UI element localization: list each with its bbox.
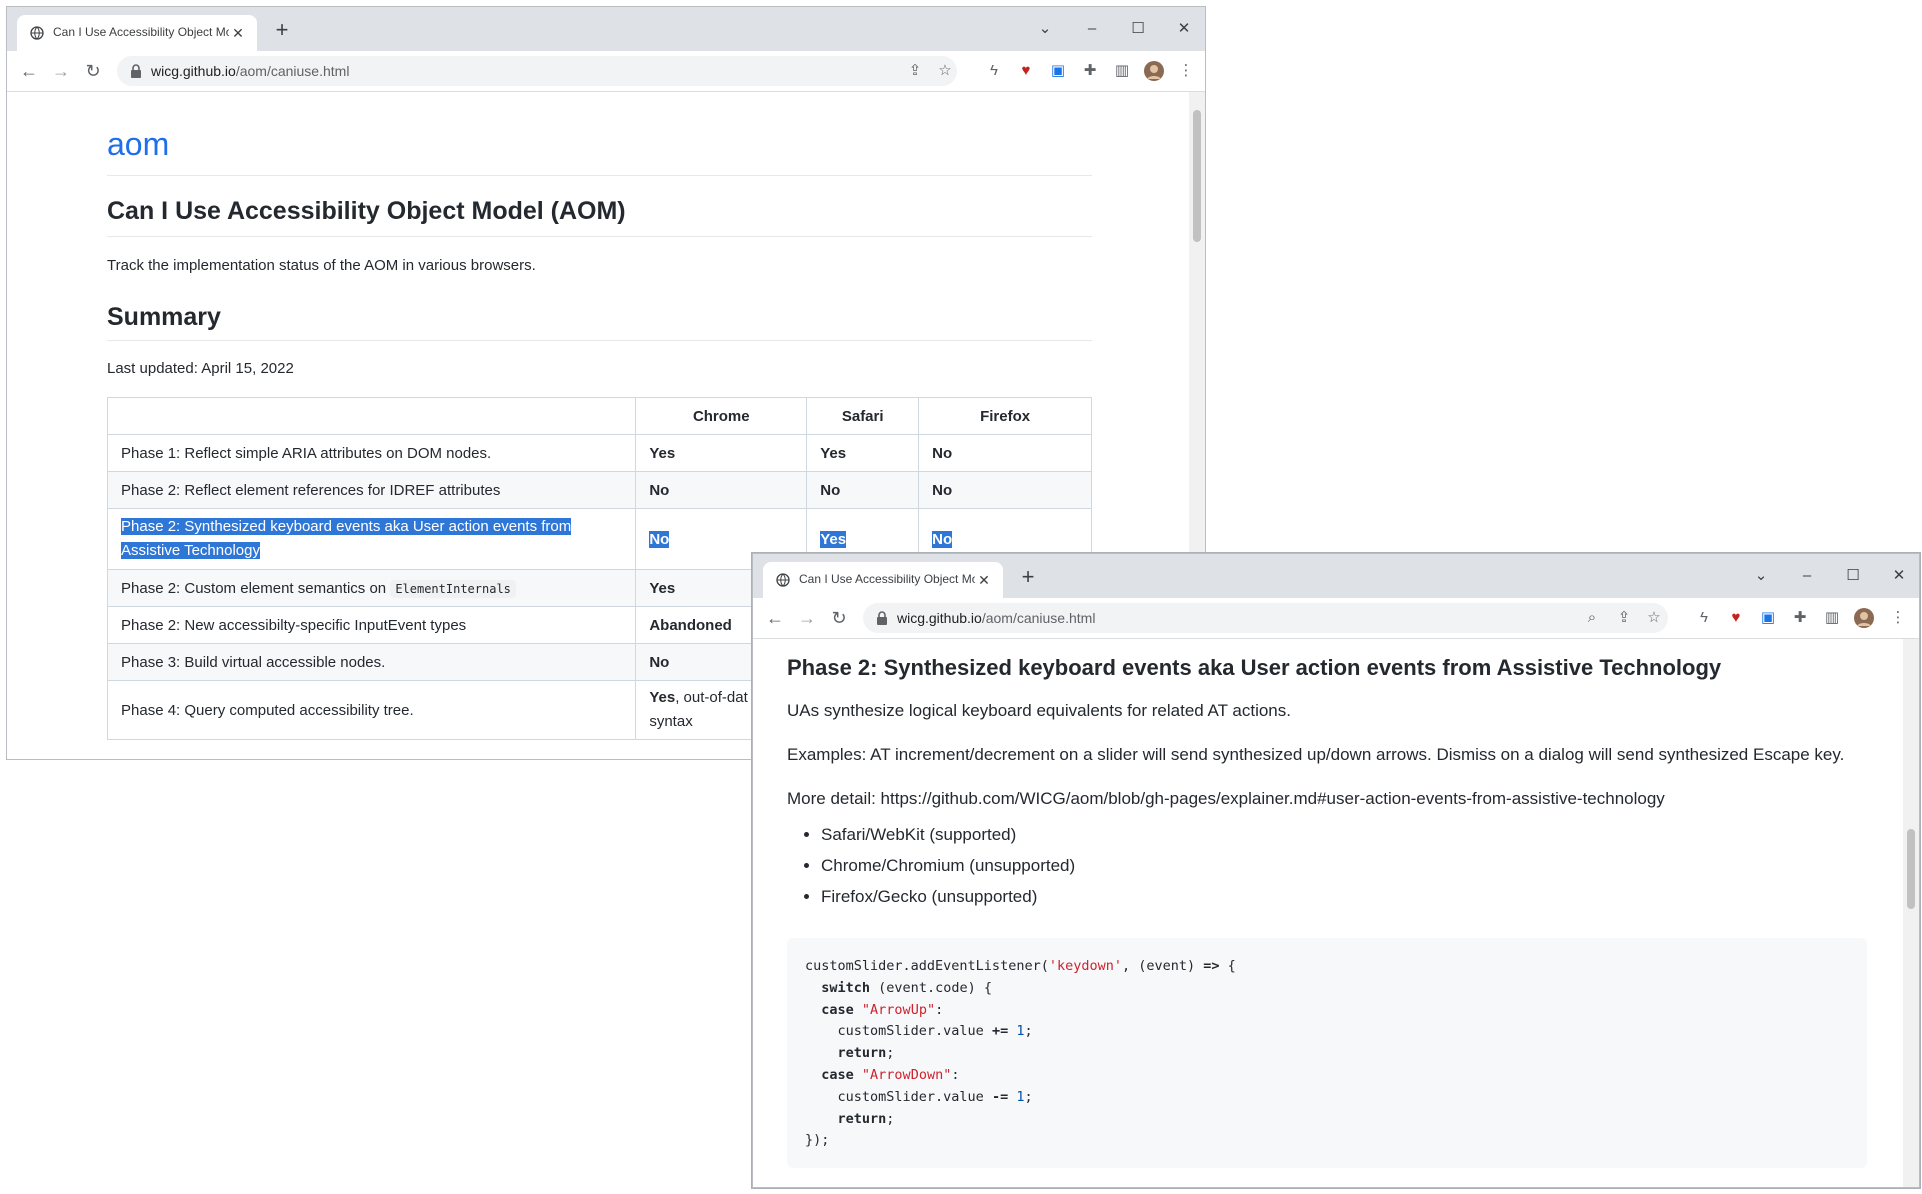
list-item: Safari/WebKit (supported) [821, 819, 1075, 850]
table-header-row: Chrome Safari Firefox [106, 397, 1092, 435]
more-detail-text: More detail: https://github.com/WICG/aom… [787, 789, 1665, 808]
list-item: Chrome/Chromium (unsupported) [821, 850, 1075, 881]
table-header-safari: Safari [806, 397, 920, 435]
menu-icon[interactable]: ⋮ [1887, 607, 1909, 629]
new-tab-icon[interactable]: + [270, 19, 294, 43]
table-header-firefox: Firefox [918, 397, 1092, 435]
heart-icon[interactable]: ♥ [1725, 607, 1747, 629]
avatar[interactable] [1143, 60, 1165, 82]
support-list: Safari/WebKit (supported) Chrome/Chromiu… [787, 819, 1075, 912]
close-icon[interactable]: ✕ [229, 24, 247, 42]
last-updated: Last updated: April 15, 2022 [107, 360, 294, 377]
avatar[interactable] [1853, 607, 1875, 629]
zoom-icon[interactable]: ⌕ [1581, 607, 1603, 629]
lock-icon [877, 611, 887, 625]
side-panel-icon[interactable]: ▥ [1111, 60, 1133, 82]
back-icon[interactable]: ← [763, 606, 787, 630]
scrollbar-thumb[interactable] [1907, 829, 1915, 909]
tab-active[interactable]: Can I Use Accessibility Object Mo ✕ [17, 15, 257, 51]
scrollbar[interactable] [1903, 639, 1919, 1187]
url-text: wicg.github.io/aom/caniuse.html [151, 63, 350, 79]
feature-cell: Phase 2: Reflect element references for … [106, 471, 637, 509]
chevron-down-icon[interactable]: ⌄ [1749, 564, 1773, 588]
maximize-icon[interactable]: ☐ [1126, 17, 1150, 41]
divider [107, 340, 1092, 341]
list-item: Firefox/Gecko (unsupported) [821, 881, 1075, 912]
page-heading: Can I Use Accessibility Object Model (AO… [107, 197, 626, 225]
inline-code: ElementInternals [390, 579, 516, 598]
address-bar[interactable]: wicg.github.io/aom/caniuse.html ⇪ ☆ [117, 56, 957, 86]
table-row: Phase 2: Reflect element references for … [106, 471, 1092, 509]
new-tab-icon[interactable]: + [1016, 566, 1040, 590]
table-header-chrome: Chrome [635, 397, 808, 435]
close-window-icon[interactable]: ✕ [1172, 17, 1196, 41]
tab-strip: Can I Use Accessibility Object Mo ✕ + ⌄ … [753, 554, 1919, 598]
minimize-icon[interactable]: – [1795, 564, 1819, 588]
description-text: UAs synthesize logical keyboard equivale… [787, 701, 1291, 720]
url-text: wicg.github.io/aom/caniuse.html [897, 610, 1096, 626]
summary-heading: Summary [107, 303, 221, 331]
address-bar[interactable]: wicg.github.io/aom/caniuse.html ⌕ ⇪ ☆ [863, 603, 1668, 633]
divider [107, 236, 1092, 237]
bolt-icon[interactable]: ϟ [1693, 607, 1715, 629]
heart-icon[interactable]: ♥ [1015, 60, 1037, 82]
side-panel-icon[interactable]: ▥ [1821, 607, 1843, 629]
feature-cell: Phase 1: Reflect simple ARIA attributes … [106, 434, 637, 472]
minimize-icon[interactable]: – [1080, 17, 1104, 41]
section-heading: Phase 2: Synthesized keyboard events aka… [787, 655, 1722, 680]
safari-cell: No [806, 471, 920, 509]
share-icon[interactable]: ⇪ [904, 60, 926, 82]
tab-title: Can I Use Accessibility Object Mo [53, 25, 229, 39]
globe-icon [30, 26, 44, 40]
firefox-cell: No [918, 471, 1092, 509]
extension-icon[interactable]: ▣ [1047, 60, 1069, 82]
feature-cell: Phase 2: Custom element semantics on Ele… [106, 569, 637, 607]
site-title-link[interactable]: aom [107, 126, 169, 163]
star-icon[interactable]: ☆ [1643, 607, 1665, 629]
puzzle-icon[interactable]: ✚ [1079, 60, 1101, 82]
close-icon[interactable]: ✕ [975, 571, 993, 589]
forward-icon[interactable]: → [49, 59, 73, 83]
reload-icon[interactable]: ↻ [827, 606, 851, 630]
back-icon[interactable]: ← [17, 59, 41, 83]
examples-text: Examples: AT increment/decrement on a sl… [787, 745, 1845, 764]
feature-cell: Phase 4: Query computed accessibility tr… [106, 680, 637, 740]
extension-icon[interactable]: ▣ [1757, 607, 1779, 629]
safari-cell: Yes [806, 434, 920, 472]
toolbar: ← → ↻ wicg.github.io/aom/caniuse.html ⇪ … [7, 51, 1205, 92]
tab-strip: Can I Use Accessibility Object Mo ✕ + ⌄ … [7, 7, 1205, 51]
star-icon[interactable]: ☆ [934, 60, 956, 82]
chevron-down-icon[interactable]: ⌄ [1033, 17, 1057, 41]
maximize-icon[interactable]: ☐ [1841, 564, 1865, 588]
intro-text: Track the implementation status of the A… [107, 257, 536, 274]
firefox-cell: No [918, 434, 1092, 472]
menu-icon[interactable]: ⋮ [1175, 60, 1197, 82]
browser-window-detail: Can I Use Accessibility Object Mo ✕ + ⌄ … [752, 553, 1920, 1188]
table-row: Phase 1: Reflect simple ARIA attributes … [106, 434, 1092, 472]
lock-icon [131, 64, 141, 78]
chrome-cell: No [635, 471, 808, 509]
feature-cell: Phase 2: Synthesized keyboard events aka… [106, 508, 637, 570]
scrollbar-thumb[interactable] [1193, 110, 1201, 242]
close-window-icon[interactable]: ✕ [1887, 564, 1911, 588]
bolt-icon[interactable]: ϟ [983, 60, 1005, 82]
divider [107, 175, 1092, 176]
share-icon[interactable]: ⇪ [1613, 607, 1635, 629]
feature-cell: Phase 2: New accessibilty-specific Input… [106, 606, 637, 644]
page-viewport: Phase 2: Synthesized keyboard events aka… [753, 639, 1919, 1187]
tab-active[interactable]: Can I Use Accessibility Object Mo ✕ [763, 562, 1003, 598]
toolbar: ← → ↻ wicg.github.io/aom/caniuse.html ⌕ … [753, 598, 1919, 639]
code-block: customSlider.addEventListener('keydown',… [787, 938, 1867, 1168]
globe-icon [776, 573, 790, 587]
forward-icon[interactable]: → [795, 606, 819, 630]
table-header [106, 397, 637, 435]
chrome-cell: Yes [635, 434, 808, 472]
feature-cell: Phase 3: Build virtual accessible nodes. [106, 643, 637, 681]
puzzle-icon[interactable]: ✚ [1789, 607, 1811, 629]
tab-title: Can I Use Accessibility Object Mo [799, 572, 975, 586]
reload-icon[interactable]: ↻ [81, 59, 105, 83]
